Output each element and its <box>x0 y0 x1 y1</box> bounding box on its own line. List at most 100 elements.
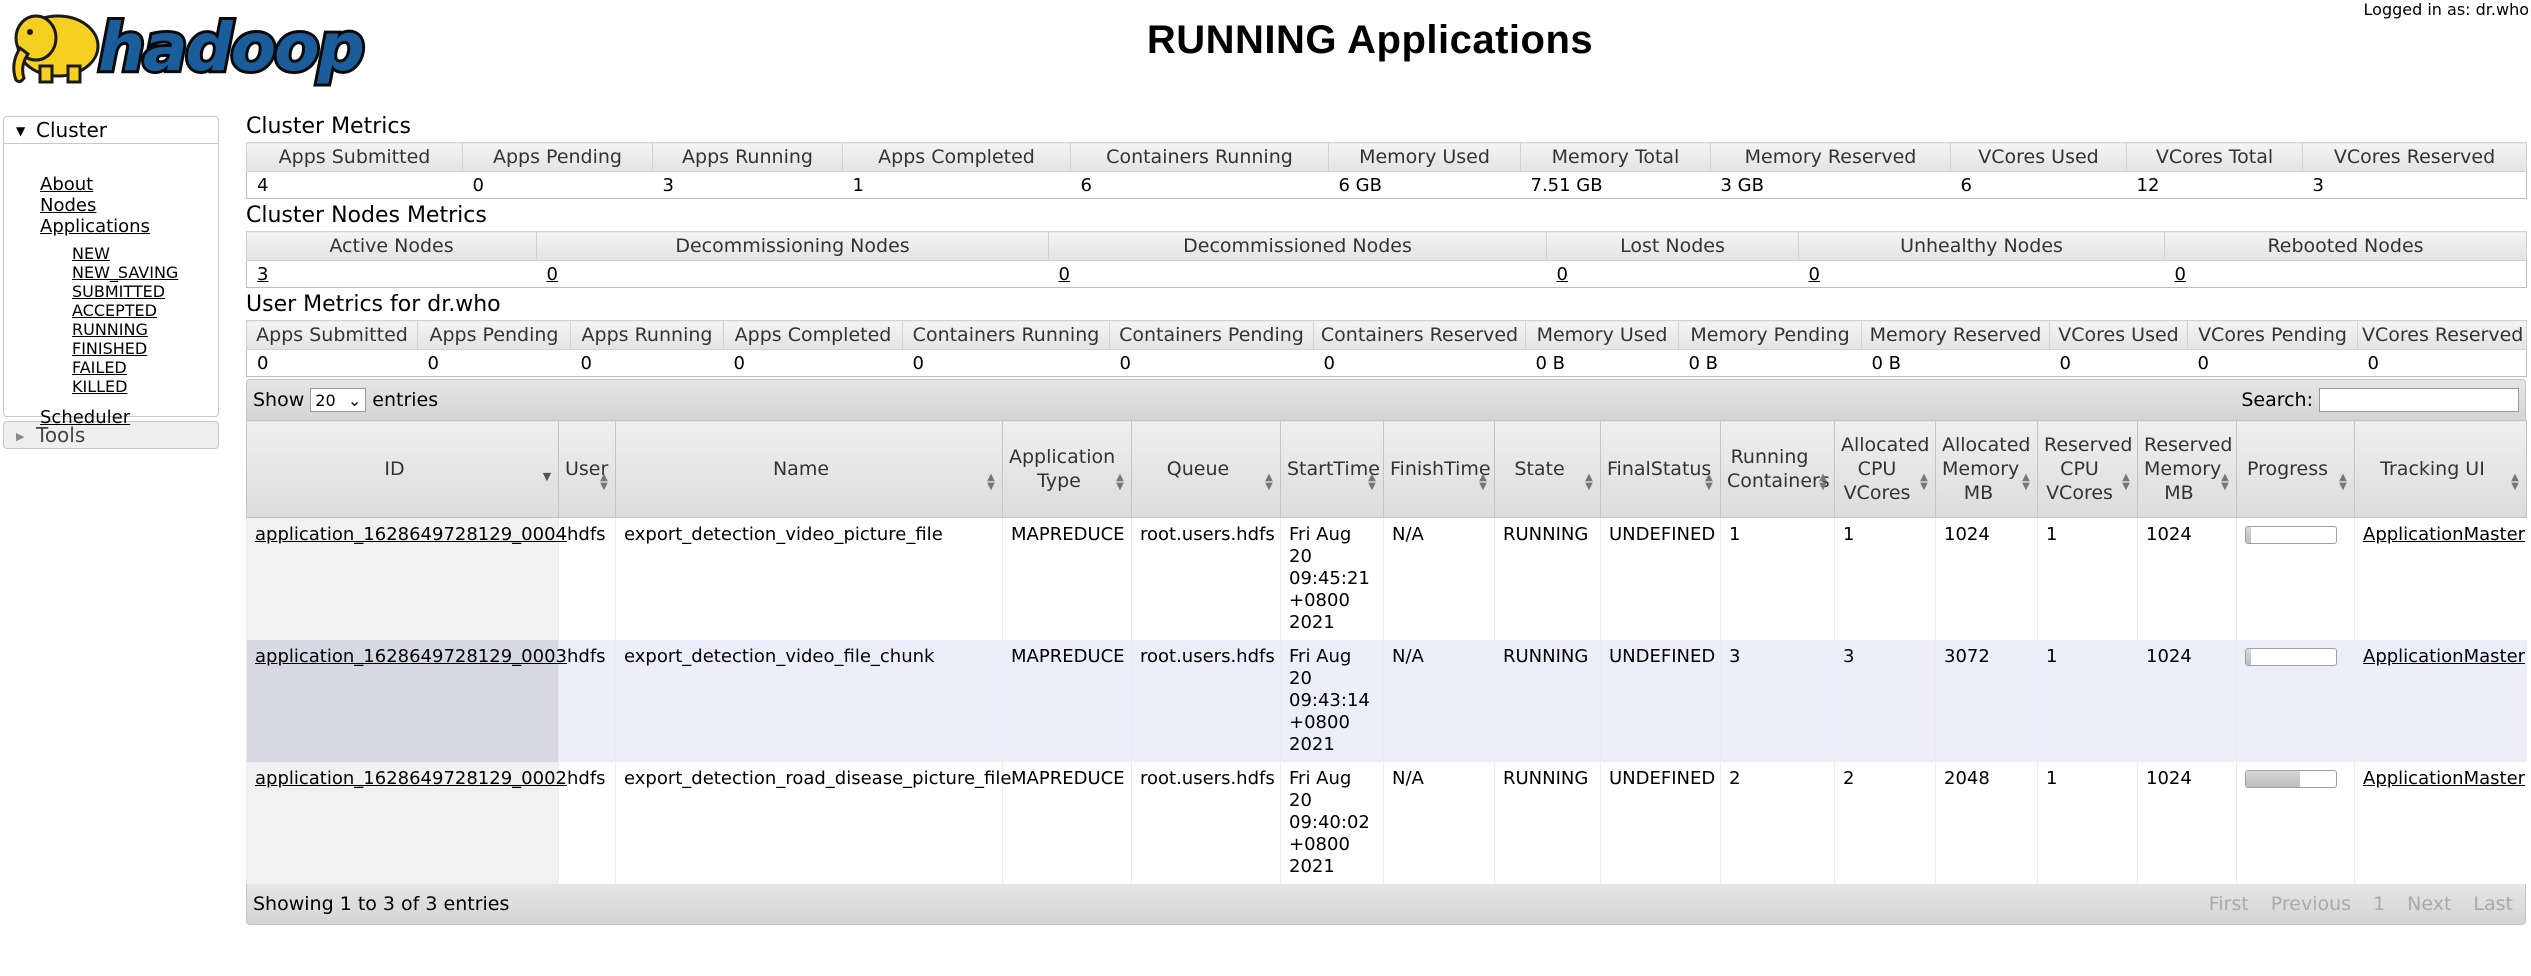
header-user-apps-completed: Apps Completed <box>723 320 903 350</box>
cell-final-status: UNDEFINED <box>1600 517 1721 640</box>
link-lost-nodes[interactable]: 0 <box>1557 264 1568 285</box>
cell-final-status: UNDEFINED <box>1600 762 1721 884</box>
show-label: Show <box>253 389 305 411</box>
value-vcores-reserved: 3 <box>2302 171 2527 199</box>
col-id[interactable]: ID ▼ <box>246 420 559 518</box>
cell-res-vcores: 1 <box>2037 762 2138 884</box>
value-user-containers-reserved: 0 <box>1313 349 1526 377</box>
sort-desc-icon: ▼ <box>542 470 552 483</box>
cell-alloc-vcores: 3 <box>1834 640 1936 762</box>
user-metrics-table: Apps Submitted Apps Pending Apps Running… <box>246 320 2527 377</box>
sidebar-item-running[interactable]: RUNNING <box>72 320 148 339</box>
col-final-status[interactable]: FinalStatus ▲ ▼ <box>1600 420 1721 518</box>
pager-last-button[interactable]: Last <box>2473 893 2513 915</box>
col-allocated-cpu-vcores[interactable]: Allocated CPU VCores ▲ ▼ <box>1834 420 1936 518</box>
sort-icon: ▲ ▼ <box>2339 472 2347 492</box>
page-size-select[interactable]: 20 ⌄ <box>310 388 367 412</box>
sidebar-item-accepted[interactable]: ACCEPTED <box>72 301 157 320</box>
page-size-value: 20 <box>315 390 336 410</box>
table-row: application_1628649728129_0002 hdfs expo… <box>246 762 2527 884</box>
header-apps-running: Apps Running <box>652 142 843 172</box>
pager-next-button[interactable]: Next <box>2407 893 2451 915</box>
header-user-vcores-reserved: VCores Reserved <box>2357 320 2527 350</box>
header-user-vcores-pending: VCores Pending <box>2187 320 2358 350</box>
sidebar-item-failed[interactable]: FAILED <box>72 358 127 377</box>
link-decommissioning-nodes[interactable]: 0 <box>547 264 558 285</box>
app-id-link[interactable]: application_1628649728129_0003 <box>255 646 567 667</box>
search-input[interactable] <box>2319 388 2519 412</box>
sidebar-item-about[interactable]: About <box>40 174 93 195</box>
cell-alloc-memory: 2048 <box>1935 762 2038 884</box>
cell-res-memory: 1024 <box>2137 762 2237 884</box>
value-memory-total: 7.51 GB <box>1520 171 1711 199</box>
link-active-nodes[interactable]: 3 <box>257 264 268 285</box>
value-memory-reserved: 3 GB <box>1710 171 1951 199</box>
col-state[interactable]: State ▲ ▼ <box>1494 420 1601 518</box>
col-name[interactable]: Name ▲ ▼ <box>615 420 1003 518</box>
col-allocated-memory-mb[interactable]: Allocated Memory MB ▲ ▼ <box>1935 420 2038 518</box>
sort-icon: ▲ ▼ <box>1920 472 1928 492</box>
cell-alloc-vcores: 2 <box>1834 762 1936 884</box>
sidebar-item-nodes[interactable]: Nodes <box>40 195 96 216</box>
pager-previous-button[interactable]: Previous <box>2271 893 2351 915</box>
value-user-vcores-used: 0 <box>2049 349 2188 377</box>
pagination: First Previous 1 Next Last <box>2209 893 2525 915</box>
header-decommissioned-nodes: Decommissioned Nodes <box>1048 231 1547 261</box>
header-user-containers-running: Containers Running <box>902 320 1110 350</box>
header-user-apps-running: Apps Running <box>570 320 724 350</box>
value-apps-running: 3 <box>652 171 843 199</box>
app-id-link[interactable]: application_1628649728129_0002 <box>255 768 567 789</box>
cell-state: RUNNING <box>1494 640 1601 762</box>
link-decommissioned-nodes[interactable]: 0 <box>1059 264 1070 285</box>
header-apps-submitted: Apps Submitted <box>246 142 463 172</box>
cell-progress <box>2236 517 2355 640</box>
cell-res-memory: 1024 <box>2137 640 2237 762</box>
col-progress[interactable]: Progress ▲ ▼ <box>2236 420 2355 518</box>
link-unhealthy-nodes[interactable]: 0 <box>1809 264 1820 285</box>
cluster-accordion-header[interactable]: ▼ Cluster <box>3 116 219 144</box>
tracking-ui-link[interactable]: ApplicationMaster <box>2363 646 2525 667</box>
value-apps-pending: 0 <box>462 171 653 199</box>
col-reserved-memory-mb[interactable]: Reserved Memory MB ▲ ▼ <box>2137 420 2237 518</box>
value-user-apps-submitted: 0 <box>246 349 418 377</box>
col-queue[interactable]: Queue ▲ ▼ <box>1131 420 1281 518</box>
pager-page-1[interactable]: 1 <box>2373 893 2385 915</box>
col-application-type[interactable]: Application Type ▲ ▼ <box>1002 420 1132 518</box>
col-reserved-cpu-vcores[interactable]: Reserved CPU VCores ▲ ▼ <box>2037 420 2138 518</box>
col-running-containers[interactable]: Running Containers ▲ ▼ <box>1720 420 1835 518</box>
value-vcores-total: 12 <box>2126 171 2303 199</box>
value-user-apps-completed: 0 <box>723 349 903 377</box>
sort-icon: ▲ ▼ <box>2022 472 2030 492</box>
sidebar-item-submitted[interactable]: SUBMITTED <box>72 282 165 301</box>
cell-queue: root.users.hdfs <box>1131 640 1281 762</box>
col-tracking-ui[interactable]: Tracking UI ▲ ▼ <box>2354 420 2527 518</box>
sidebar-item-new-saving[interactable]: NEW_SAVING <box>72 263 178 282</box>
col-user[interactable]: User ▲ ▼ <box>558 420 616 518</box>
sidebar-item-scheduler[interactable]: Scheduler <box>40 407 130 428</box>
main-content: Cluster Metrics Apps Submitted Apps Pend… <box>246 112 2527 925</box>
table-row: application_1628649728129_0003 hdfs expo… <box>246 640 2527 762</box>
sort-icon: ▲ ▼ <box>2511 472 2519 492</box>
tracking-ui-link[interactable]: ApplicationMaster <box>2363 524 2525 545</box>
progress-bar <box>2245 648 2337 666</box>
col-finish-time[interactable]: FinishTime ▲ ▼ <box>1383 420 1495 518</box>
app-id-link[interactable]: application_1628649728129_0004 <box>255 524 567 545</box>
progress-bar <box>2245 526 2337 544</box>
pager-first-button[interactable]: First <box>2209 893 2249 915</box>
col-start-time[interactable]: StartTime ▲ ▼ <box>1280 420 1384 518</box>
cell-running-containers: 3 <box>1720 640 1835 762</box>
logged-in-label: Logged in as: dr.who <box>2363 0 2529 19</box>
value-user-memory-pending: 0 B <box>1678 349 1862 377</box>
sidebar-item-killed[interactable]: KILLED <box>72 377 127 396</box>
cell-finish-time: N/A <box>1383 517 1495 640</box>
sidebar-item-new[interactable]: NEW <box>72 244 110 263</box>
header-vcores-reserved: VCores Reserved <box>2302 142 2527 172</box>
sort-icon: ▲ ▼ <box>987 472 995 492</box>
apps-table-footer: Showing 1 to 3 of 3 entries First Previo… <box>246 884 2526 925</box>
header-containers-running: Containers Running <box>1070 142 1329 172</box>
link-rebooted-nodes[interactable]: 0 <box>2175 264 2186 285</box>
tracking-ui-link[interactable]: ApplicationMaster <box>2363 768 2525 789</box>
sidebar-item-applications[interactable]: Applications <box>40 216 150 237</box>
header-vcores-used: VCores Used <box>1950 142 2127 172</box>
sidebar-item-finished[interactable]: FINISHED <box>72 339 147 358</box>
